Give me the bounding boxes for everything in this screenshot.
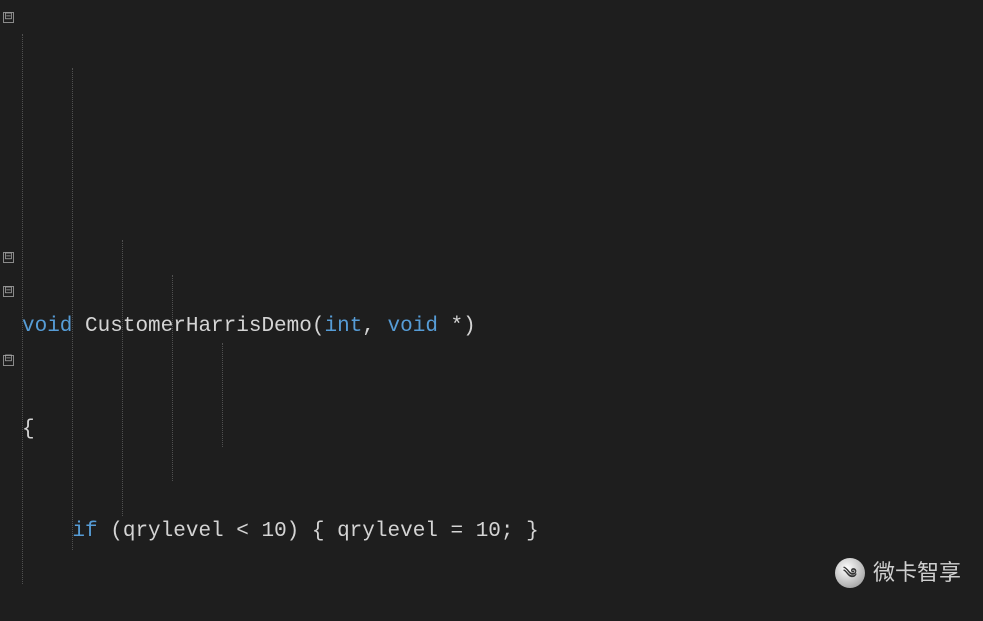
code-line: void CustomerHarrisDemo(int, void *) (22, 310, 983, 344)
code-line: if (qrylevel < 10) { qrylevel = 10; } (22, 515, 983, 549)
fold-icon[interactable]: ⊟ (3, 252, 14, 263)
code-editor[interactable]: ⊟ ⊟ ⊟ ⊟ void CustomerHarrisDemo(int, voi… (0, 0, 983, 621)
watermark-text: 微卡智享 (873, 555, 961, 591)
watermark: ༄ 微卡智享 (835, 555, 961, 591)
code-line: { (22, 413, 983, 447)
fold-icon[interactable]: ⊟ (3, 12, 14, 23)
wechat-icon: ༄ (835, 558, 865, 588)
fold-icon[interactable]: ⊟ (3, 286, 14, 297)
editor-gutter: ⊟ ⊟ ⊟ ⊟ (0, 0, 18, 621)
fold-icon[interactable]: ⊟ (3, 355, 14, 366)
code-area[interactable]: void CustomerHarrisDemo(int, void *) { i… (18, 0, 983, 621)
